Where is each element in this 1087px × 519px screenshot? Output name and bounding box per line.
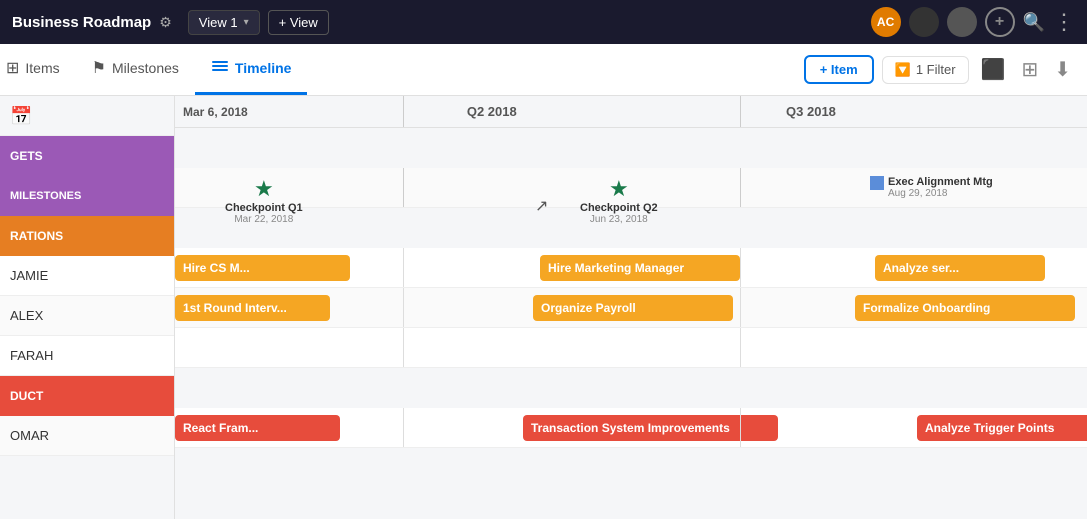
milestone-exec-alignment: Exec Alignment Mtg Aug 29, 2018 — [870, 176, 993, 199]
q2-label: Q2 2018 — [467, 104, 517, 119]
calendar-icon: 📅 — [10, 106, 32, 127]
tab-milestones[interactable]: ⚑ Milestones — [76, 44, 195, 95]
bar-hire-marketing[interactable]: Hire Marketing Manager — [540, 255, 740, 281]
bar-analyze-ser[interactable]: Analyze ser... — [875, 255, 1045, 281]
bar-hire-cs[interactable]: Hire CS M... — [175, 255, 350, 281]
bar-1st-round[interactable]: 1st Round Interv... — [175, 295, 330, 321]
timeline-jamie-row: Hire CS M... Hire Marketing Manager Anal… — [175, 248, 1087, 288]
add-view-button[interactable]: + View — [268, 10, 329, 35]
group-gets-label: GETS — [10, 149, 43, 163]
omar-label: OMAR — [10, 428, 49, 443]
top-bar: Business Roadmap ⚙ View 1 ▾ + View AC + … — [0, 0, 1087, 44]
group-rations-label: RATIONS — [10, 229, 63, 243]
menu-icon[interactable]: ⋮ — [1053, 9, 1075, 35]
exec-box-icon — [870, 176, 884, 190]
view-name: View 1 — [199, 15, 238, 30]
group-header-rations: RATIONS — [0, 216, 174, 256]
top-bar-right: AC + 🔍 ⋮ — [871, 7, 1075, 37]
timeline-farah-row — [175, 328, 1087, 368]
filter-label: 1 Filter — [916, 62, 956, 77]
items-icon: ⊞ — [6, 58, 19, 78]
view-selector[interactable]: View 1 ▾ — [188, 10, 260, 35]
tab-items[interactable]: ⊞ Items — [0, 44, 76, 95]
chevron-down-icon: ▾ — [244, 17, 249, 28]
jamie-label: JAMIE — [10, 268, 48, 283]
main-content: 📅 GETS MILESTONES RATIONS JAMIE ALEX FAR… — [0, 96, 1087, 519]
settings-icon[interactable]: ⚙ — [159, 14, 172, 31]
filter-button[interactable]: 🔽 1 Filter — [882, 56, 969, 84]
timeline-duct-header-row — [175, 368, 1087, 408]
search-icon[interactable]: 🔍 — [1023, 12, 1045, 33]
timeline-omar-row: React Fram... Transaction System Improve… — [175, 408, 1087, 448]
add-item-label: + Item — [820, 62, 858, 77]
farah-label: FARAH — [10, 348, 53, 363]
tab-timeline[interactable]: Timeline — [195, 44, 308, 95]
row-label-jamie: JAMIE — [0, 256, 174, 296]
timeline-area: ◁ ▷ Mar 6, 2018 Q2 2018 Q3 2018 ★ — [175, 96, 1087, 519]
tab-timeline-label: Timeline — [235, 60, 292, 76]
q3-label: Q3 2018 — [786, 104, 836, 119]
collapse-icon[interactable]: ⬛ — [977, 53, 1010, 86]
left-labels: 📅 GETS MILESTONES RATIONS JAMIE ALEX FAR… — [0, 96, 175, 519]
row-label-alex: ALEX — [0, 296, 174, 336]
avatar-ac[interactable]: AC — [871, 7, 901, 37]
avatar-user3[interactable] — [947, 7, 977, 37]
star-icon-q2: ★ — [609, 176, 629, 202]
bar-formalize-onboarding[interactable]: Formalize Onboarding — [855, 295, 1075, 321]
milestones-icon: ⚑ — [92, 58, 106, 78]
app-title: Business Roadmap — [12, 14, 151, 31]
download-icon[interactable]: ⬇ — [1050, 53, 1075, 86]
tab-milestones-label: Milestones — [112, 60, 179, 76]
toolbar-right: + Item 🔽 1 Filter ⬛ ⊞ ⬇ — [804, 53, 1087, 86]
group-header-gets: GETS — [0, 136, 174, 176]
row-label-omar: OMAR — [0, 416, 174, 456]
group-duct-label: DUCT — [10, 389, 43, 403]
timeline-icon — [211, 57, 229, 80]
section-milestones: MILESTONES — [0, 176, 174, 216]
alex-label: ALEX — [10, 308, 43, 323]
expand-icon[interactable]: ⊞ — [1017, 53, 1042, 86]
milestone-checkpoint-q1: ★ Checkpoint Q1 Mar 22, 2018 — [225, 176, 303, 225]
timeline-milestones-row: ★ Checkpoint Q1 Mar 22, 2018 ★ Checkpoin… — [175, 168, 1087, 208]
scroll-date-label: Mar 6, 2018 — [183, 105, 248, 119]
group-header-duct: DUCT — [0, 376, 174, 416]
timeline-alex-row: 1st Round Interv... Organize Payroll For… — [175, 288, 1087, 328]
row-label-farah: FARAH — [0, 336, 174, 376]
toolbar: ⊞ Items ⚑ Milestones Timeline + Item 🔽 1… — [0, 44, 1087, 96]
timeline-gets-header-row — [175, 128, 1087, 168]
add-avatar-button[interactable]: + — [985, 7, 1015, 37]
bar-react-fram[interactable]: React Fram... — [175, 415, 340, 441]
section-milestones-label: MILESTONES — [10, 190, 81, 202]
bar-analyze-trigger[interactable]: Analyze Trigger Points — [917, 415, 1087, 441]
cursor-pointer: ↗ — [535, 196, 548, 216]
milestone-checkpoint-q2: ★ Checkpoint Q2 Jun 23, 2018 — [580, 176, 658, 225]
filter-icon: 🔽 — [895, 62, 911, 78]
avatar-user2[interactable] — [909, 7, 939, 37]
add-item-button[interactable]: + Item — [804, 55, 874, 84]
tab-items-label: Items — [25, 60, 59, 76]
star-icon-q1: ★ — [254, 176, 274, 202]
bar-organize-payroll[interactable]: Organize Payroll — [533, 295, 733, 321]
